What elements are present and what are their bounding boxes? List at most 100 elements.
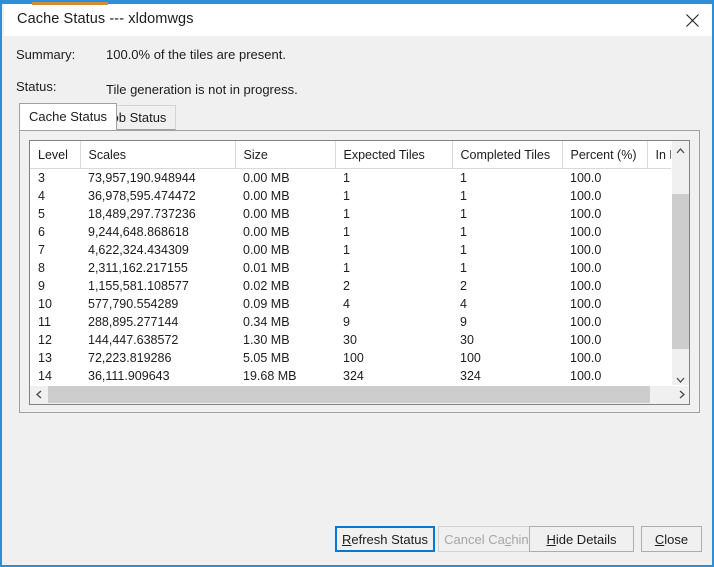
cell-completed-tiles: 9 [452,313,562,331]
cell-size: 5.05 MB [235,349,335,367]
grid-horizontal-scrollbar[interactable] [30,385,689,404]
table-row[interactable]: 8 2,311,162.217155 0.01 MB 1 1 100.0 [30,259,673,277]
column-header-expected-tiles[interactable]: Expected Tiles [335,141,453,169]
cell-level: 13 [30,349,80,367]
cell-scales: 288,895.277144 [80,313,235,331]
cell-percent: 100.0 [562,205,647,223]
cell-level: 4 [30,187,80,205]
cell-in-progress [647,187,673,205]
cell-in-progress [647,241,673,259]
cell-level: 6 [30,223,80,241]
cell-completed-tiles: 1 [452,168,562,187]
cell-level: 7 [30,241,80,259]
column-header-level[interactable]: Level [30,141,81,169]
cell-in-progress [647,205,673,223]
cell-completed-tiles: 324 [452,367,562,385]
table-row[interactable]: 6 9,244,648.868618 0.00 MB 1 1 100.0 [30,223,673,241]
cell-completed-tiles: 2 [452,277,562,295]
cache-status-tab-panel: Level Scales Size Expected Tiles Complet… [19,130,700,413]
cell-expected-tiles: 1 [335,168,452,187]
cell-completed-tiles: 1 [452,223,562,241]
column-header-size[interactable]: Size [235,141,336,169]
scroll-left-button[interactable] [30,386,47,403]
cancel-caching-label: Cancel Caching [444,532,536,547]
cell-expected-tiles: 1 [335,241,452,259]
cell-percent: 100.0 [562,349,647,367]
vertical-scroll-thumb[interactable] [672,194,689,349]
close-accel: C [654,531,665,547]
cell-size: 0.09 MB [235,295,335,313]
cell-size: 19.68 MB [235,367,335,385]
cell-percent: 100.0 [562,223,647,241]
tab-cache-status[interactable]: Cache Status [19,103,118,130]
cell-level: 10 [30,295,80,313]
cell-size: 0.01 MB [235,259,335,277]
column-header-in-progress[interactable]: In Progress [647,141,673,169]
cell-size: 0.00 MB [235,241,335,259]
cell-scales: 2,311,162.217155 [80,259,235,277]
cell-percent: 100.0 [562,259,647,277]
cell-percent: 100.0 [562,367,647,385]
table-row[interactable]: 4 36,978,595.474472 0.00 MB 1 1 100.0 [30,187,673,205]
refresh-rest: efresh Status [351,531,428,547]
cache-status-dialog: Cache Status --- xldomwgs Summary: 100.0… [0,0,714,567]
cell-in-progress [647,367,673,385]
cell-size: 0.00 MB [235,187,335,205]
close-dialog-button[interactable]: Close [641,526,702,552]
cell-scales: 1,155,581.108577 [80,277,235,295]
window-top-edge [2,2,712,4]
scroll-right-button[interactable] [673,386,689,403]
column-header-percent[interactable]: Percent (%) [562,141,648,169]
cell-expected-tiles: 30 [335,331,452,349]
grid-vertical-scrollbar[interactable] [671,141,689,387]
cell-expected-tiles: 1 [335,205,452,223]
cell-scales: 18,489,297.737236 [80,205,235,223]
cell-percent: 100.0 [562,187,647,205]
table-row[interactable]: 12 144,447.638572 1.30 MB 30 30 100.0 [30,331,673,349]
cell-completed-tiles: 100 [452,349,562,367]
cell-in-progress [647,277,673,295]
table-row[interactable]: 11 288,895.277144 0.34 MB 9 9 100.0 [30,313,673,331]
cell-level: 14 [30,367,80,385]
table-body: 3 73,957,190.948944 0.00 MB 1 1 100.0 4 36,978,… [30,168,673,387]
table-header-row: Level Scales Size Expected Tiles Complet… [30,141,673,169]
chevron-up-icon [676,141,685,159]
cell-scales: 36,978,595.474472 [80,187,235,205]
cell-scales: 73,957,190.948944 [80,168,235,187]
cell-expected-tiles: 4 [335,295,452,313]
horizontal-scroll-thumb[interactable] [48,386,650,403]
cell-expected-tiles: 2 [335,277,452,295]
column-header-completed-tiles[interactable]: Completed Tiles [452,141,563,169]
cell-level: 5 [30,205,80,223]
cell-expected-tiles: 100 [335,349,452,367]
refresh-accel: R [342,531,352,547]
summary-label: Summary: [16,47,76,62]
cell-percent: 100.0 [562,295,647,313]
cell-percent: 100.0 [562,168,647,187]
hide-details-button[interactable]: Hide Details [529,526,634,552]
table-row[interactable]: 13 72,223.819286 5.05 MB 100 100 100.0 [30,349,673,367]
cell-size: 1.30 MB [235,331,335,349]
cell-scales: 4,622,324.434309 [80,241,235,259]
cell-in-progress [647,168,673,187]
column-header-scales[interactable]: Scales [80,141,236,169]
cell-scales: 72,223.819286 [80,349,235,367]
vertical-scroll-track[interactable] [672,158,689,370]
table-row[interactable]: 7 4,622,324.434309 0.00 MB 1 1 100.0 [30,241,673,259]
cell-in-progress [647,295,673,313]
table-row[interactable]: 3 73,957,190.948944 0.00 MB 1 1 100.0 [30,168,673,187]
cell-level: 9 [30,277,80,295]
refresh-status-button[interactable]: Refresh Status [335,526,435,552]
table-row[interactable]: 9 1,155,581.108577 0.02 MB 2 2 100.0 [30,277,673,295]
scroll-up-button[interactable] [672,141,689,158]
close-button[interactable] [670,4,712,36]
table-row[interactable]: 10 577,790.554289 0.09 MB 4 4 100.0 [30,295,673,313]
cell-level: 8 [30,259,80,277]
cell-level: 3 [30,168,80,187]
cell-completed-tiles: 30 [452,331,562,349]
hide-details-label: Hide Details [546,532,616,547]
table-row[interactable]: 14 36,111.909643 19.68 MB 324 324 100.0 [30,367,673,385]
background-window-sliver [32,2,108,5]
table-row[interactable]: 5 18,489,297.737236 0.00 MB 1 1 100.0 [30,205,673,223]
cell-completed-tiles: 1 [452,259,562,277]
